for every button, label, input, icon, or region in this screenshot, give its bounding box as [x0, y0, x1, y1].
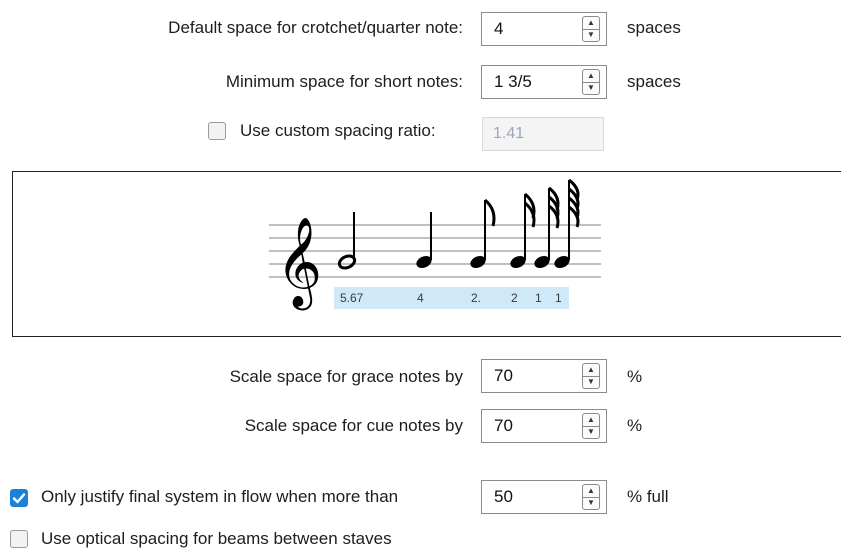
half-note-icon — [337, 212, 357, 270]
eighth-note-icon — [470, 198, 496, 269]
spacing-label-eighth: 2. — [465, 287, 505, 309]
minimum-space-label: Minimum space for short notes: — [225, 72, 463, 91]
default-space-stepper-buttons[interactable]: ▲ ▼ — [582, 16, 600, 42]
spacing-preview: 𝄞 5.67 4 2. 2 1 1 — [12, 171, 841, 337]
grace-notes-unit: % — [627, 367, 643, 386]
spacing-label-quarter: 4 — [411, 287, 465, 309]
grace-notes-label: Scale space for grace notes by — [229, 367, 463, 386]
justify-percent-stepper[interactable]: 50 ▲ ▼ — [481, 480, 607, 514]
default-space-stepper[interactable]: 4 ▲ ▼ — [481, 12, 607, 46]
staff-preview-svg: 𝄞 — [269, 178, 601, 311]
cue-notes-value[interactable]: 70 — [494, 410, 513, 442]
cue-notes-label: Scale space for cue notes by — [244, 416, 463, 435]
justify-final-system-label: Only justify final system in flow when m… — [41, 487, 399, 506]
custom-ratio-checkbox[interactable] — [208, 122, 226, 140]
grace-notes-stepper[interactable]: 70 ▲ ▼ — [481, 359, 607, 393]
chevron-down-icon[interactable]: ▼ — [583, 29, 599, 41]
custom-ratio-label: Use custom spacing ratio: — [240, 121, 436, 140]
chevron-down-icon[interactable]: ▼ — [583, 426, 599, 438]
treble-clef-icon: 𝄞 — [276, 217, 322, 311]
default-space-unit: spaces — [627, 18, 681, 37]
sixteenth-note-icon — [510, 192, 536, 269]
minimum-space-stepper-buttons[interactable]: ▲ ▼ — [582, 69, 600, 95]
optical-spacing-label: Use optical spacing for beams between st… — [41, 529, 392, 548]
default-space-label: Default space for crotchet/quarter note: — [168, 18, 463, 37]
minimum-space-value[interactable]: 1 3/5 — [494, 66, 532, 98]
quarter-note-icon — [416, 212, 432, 269]
chevron-down-icon[interactable]: ▼ — [583, 82, 599, 94]
custom-ratio-field[interactable]: 1.41 — [482, 117, 604, 151]
justify-final-system-checkbox[interactable] — [10, 489, 28, 507]
justify-percent-unit: % full — [627, 487, 669, 506]
optical-spacing-checkbox[interactable] — [10, 530, 28, 548]
cue-notes-stepper-buttons[interactable]: ▲ ▼ — [582, 413, 600, 439]
cue-notes-unit: % — [627, 416, 643, 435]
chevron-down-icon[interactable]: ▼ — [583, 376, 599, 388]
spacing-label-thirty-second: 1 — [529, 287, 549, 309]
grace-notes-stepper-buttons[interactable]: ▲ ▼ — [582, 363, 600, 389]
spacing-label-sixteenth: 2 — [505, 287, 529, 309]
grace-notes-value[interactable]: 70 — [494, 360, 513, 392]
default-space-value[interactable]: 4 — [494, 13, 503, 45]
justify-percent-value[interactable]: 50 — [494, 481, 513, 513]
minimum-space-stepper[interactable]: 1 3/5 ▲ ▼ — [481, 65, 607, 99]
spacing-label-half: 5.67 — [334, 287, 418, 309]
thirty-second-note-icon — [534, 186, 560, 269]
chevron-down-icon[interactable]: ▼ — [583, 497, 599, 509]
checkmark-icon — [12, 493, 26, 504]
spacing-label-sixty-fourth: 1 — [549, 287, 569, 309]
cue-notes-stepper[interactable]: 70 ▲ ▼ — [481, 409, 607, 443]
justify-percent-stepper-buttons[interactable]: ▲ ▼ — [582, 484, 600, 510]
minimum-space-unit: spaces — [627, 72, 681, 91]
